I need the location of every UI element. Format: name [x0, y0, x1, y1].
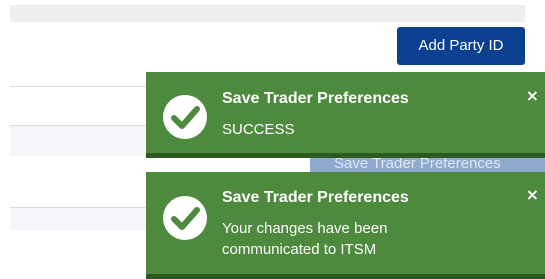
close-icon[interactable]: ×: [526, 185, 539, 204]
toast-title: Save Trader Preferences: [222, 189, 409, 206]
toast-notification: Save Trader Preferences SUCCESS ×: [146, 72, 545, 158]
add-party-id-button[interactable]: Add Party ID: [397, 27, 525, 65]
toast-progress-bar: [146, 274, 545, 279]
header-strip: [10, 5, 525, 22]
toast-notification: Save Trader Preferences Your changes hav…: [146, 172, 545, 279]
toast-message-line: communicated to ITSM: [222, 241, 377, 258]
save-trader-preferences-button[interactable]: Save Trader Preferences: [310, 156, 545, 172]
toast-title: Save Trader Preferences: [222, 90, 409, 107]
toast-message: SUCCESS: [222, 121, 295, 138]
toast-message-line: Your changes have been: [222, 220, 388, 237]
toast-progress-bar: [146, 153, 545, 158]
check-circle-icon: [163, 196, 207, 240]
close-icon[interactable]: ×: [526, 86, 539, 105]
page: Add Party ID Save Trader Preferences Sav…: [0, 0, 545, 279]
check-circle-icon: [163, 95, 207, 139]
